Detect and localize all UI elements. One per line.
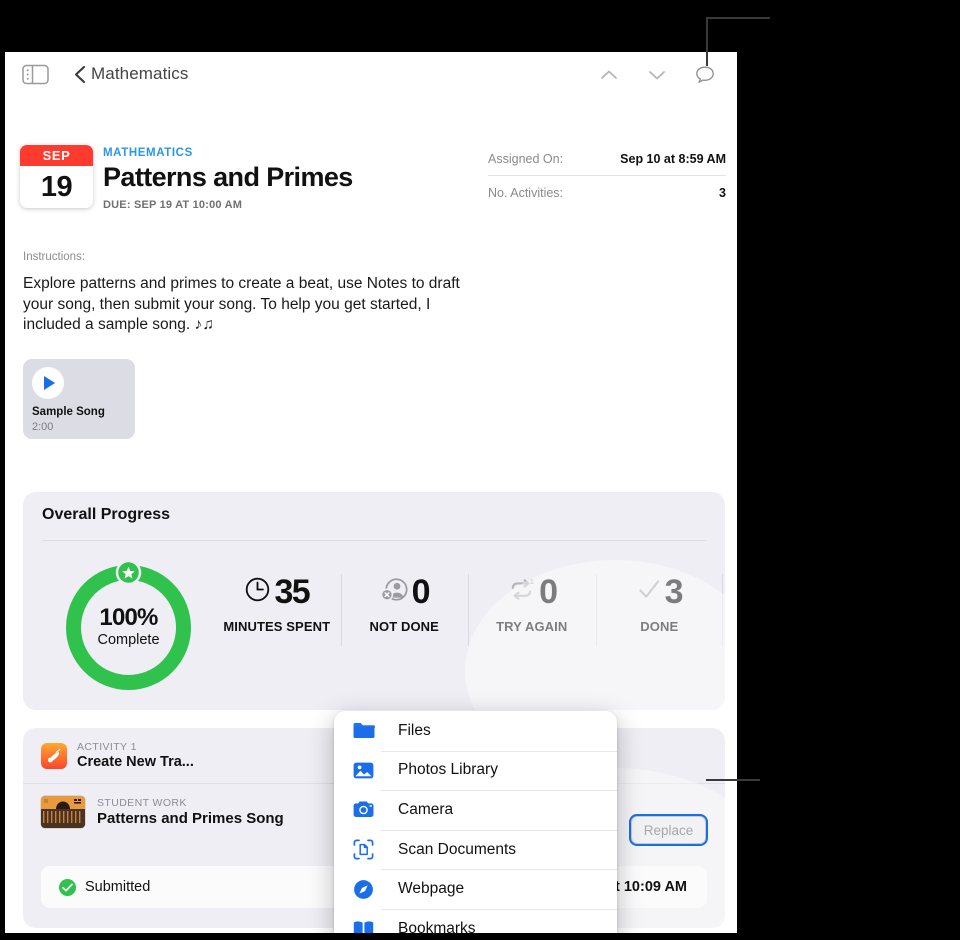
menu-item-label: Bookmarks [398, 919, 476, 933]
stat-value: 0 [539, 572, 558, 611]
repeat-one-icon: 1 [507, 576, 536, 608]
student-work-text: STUDENT WORK Patterns and Primes Song [97, 797, 284, 827]
menu-item-webpage[interactable]: Webpage [334, 869, 617, 909]
activities-count-row: No. Activities: 3 [488, 175, 726, 209]
calendar-month: SEP [20, 145, 93, 166]
stat-minutes-spent: 35 MINUTES SPENT [213, 570, 341, 650]
stat-label: TRY AGAIN [496, 619, 568, 634]
navigation-bar: Mathematics [5, 52, 737, 97]
menu-item-scan-documents[interactable]: Scan Documents [334, 829, 617, 870]
stat-label: DONE [640, 619, 679, 634]
person-x-icon [380, 576, 409, 608]
sidebar-toggle-icon[interactable] [22, 64, 49, 85]
comment-bubble-icon[interactable] [693, 63, 717, 87]
menu-item-photos-library[interactable]: Photos Library [334, 750, 617, 791]
stat-done: 3 DONE [595, 570, 724, 650]
garageband-thumbnail [41, 796, 85, 828]
due-label: DUE: SEP 19 AT 10:00 AM [103, 199, 243, 211]
chevron-down-icon[interactable] [645, 63, 669, 87]
submission-time: t 10:09 AM [615, 879, 687, 895]
navbar-actions [597, 63, 717, 87]
instructions-label: Instructions: [23, 251, 85, 263]
stat-try-again: 1 0 TRY AGAIN [468, 570, 596, 650]
checkmark-icon [637, 576, 662, 608]
student-work-kicker: STUDENT WORK [97, 797, 187, 809]
book-icon [352, 917, 375, 933]
menu-item-label: Scan Documents [398, 840, 517, 858]
menu-item-label: Photos Library [398, 761, 498, 779]
scan-documents-icon [352, 838, 375, 861]
attachment-name: Sample Song [32, 406, 105, 418]
callout-line-replace [706, 779, 760, 781]
stat-label: MINUTES SPENT [223, 619, 331, 634]
back-chevron-icon[interactable] [73, 64, 87, 85]
assigned-on-value: Sep 10 at 8:59 AM [620, 152, 726, 166]
activity-name: Create New Tra... [77, 754, 194, 770]
menu-item-camera[interactable]: Camera [334, 790, 617, 830]
assignment-metadata: Assigned On: Sep 10 at 8:59 AM No. Activ… [488, 147, 726, 209]
photos-icon [352, 759, 375, 782]
assignment-title-block: MATHEMATICS Patterns and Primes DUE: SEP… [103, 147, 353, 211]
app-window: Mathematics SEP 19 MATHEMATICS Patterns … [5, 52, 737, 933]
screenshot-root: Mathematics SEP 19 MATHEMATICS Patterns … [0, 0, 960, 940]
stat-value: 3 [664, 572, 684, 611]
menu-item-files[interactable]: Files [334, 711, 617, 751]
back-label[interactable]: Mathematics [91, 64, 188, 84]
stat-value: 0 [411, 572, 431, 611]
activity-kicker: ACTIVITY 1 [77, 741, 137, 753]
garageband-icon [41, 742, 67, 769]
menu-item-label: Camera [398, 800, 454, 818]
folder-icon [352, 719, 376, 742]
progress-divider [42, 540, 706, 541]
attachment-duration: 2:00 [32, 421, 54, 433]
due-date-calendar: SEP 19 [20, 145, 93, 208]
menu-item-label: Webpage [398, 880, 465, 898]
play-icon[interactable] [32, 367, 64, 399]
instructions-text: Explore patterns and primes to create a … [23, 275, 460, 333]
callout-line-comment-vertical [706, 18, 708, 66]
progress-ring: 100% Complete [51, 560, 206, 695]
chevron-up-icon[interactable] [597, 63, 621, 87]
stat-label: NOT DONE [369, 619, 439, 634]
activity-item-1[interactable]: ACTIVITY 1 Create New Tra... [23, 728, 374, 783]
progress-sublabel: Complete [97, 632, 160, 648]
activity-text: ACTIVITY 1 Create New Tra... [77, 741, 194, 770]
stat-value: 35 [274, 572, 310, 611]
subject-label: MATHEMATICS [103, 147, 193, 159]
camera-icon [352, 798, 375, 821]
progress-percent: 100% [99, 604, 158, 631]
student-work-name: Patterns and Primes Song [97, 810, 284, 827]
assigned-on-label: Assigned On: [488, 152, 564, 166]
svg-text:1: 1 [530, 577, 535, 586]
status-badge: Submitted [85, 879, 151, 895]
progress-card-title: Overall Progress [42, 506, 171, 523]
menu-item-bookmarks[interactable]: Bookmarks [334, 908, 617, 933]
replace-button[interactable]: Replace [631, 816, 706, 844]
menu-item-label: Files [398, 721, 431, 739]
sample-song-attachment[interactable]: Sample Song 2:00 [23, 359, 135, 439]
calendar-day: 19 [40, 170, 73, 203]
check-circle-icon [59, 878, 76, 896]
clock-icon [244, 576, 271, 608]
stat-not-done: 0 NOT DONE [340, 570, 469, 650]
activities-value: 3 [719, 186, 726, 200]
progress-stats: 35 MINUTES SPENT 0 NOT DONE 1 0 TRY AGAI… [213, 570, 723, 650]
page-title: Patterns and Primes [103, 162, 353, 192]
callout-line-comment-horizontal [706, 17, 770, 19]
assignment-header: SEP 19 MATHEMATICS Patterns and Primes D… [5, 97, 737, 211]
attachment-source-menu: Files Photos Library Camera Scan Documen… [334, 711, 617, 933]
activities-label: No. Activities: [488, 186, 564, 200]
overall-progress-card: Overall Progress 100% Complete 35 MINUTE… [23, 492, 725, 710]
compass-icon [352, 878, 375, 901]
assigned-on-row: Assigned On: Sep 10 at 8:59 AM [488, 147, 726, 175]
